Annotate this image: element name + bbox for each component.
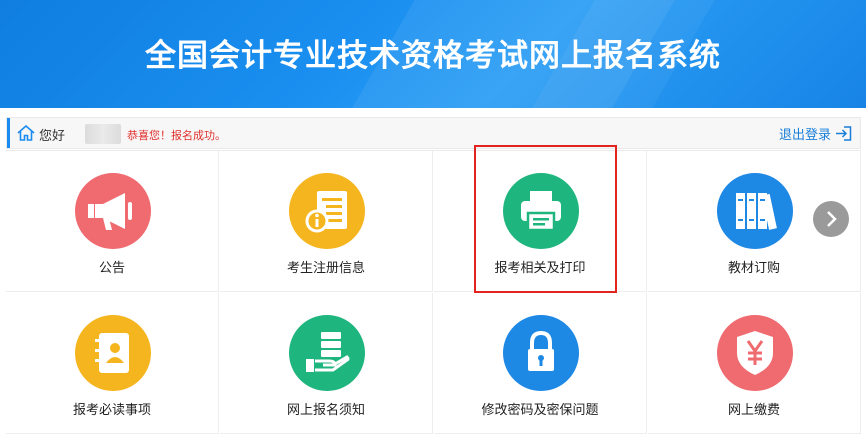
tile-change-password[interactable]: 修改密码及密保问题 — [434, 293, 647, 434]
tile-label: 考生注册信息 — [286, 261, 365, 276]
home-icon[interactable] — [17, 125, 35, 141]
tile-registration-info[interactable]: 考生注册信息 — [220, 151, 433, 292]
printer-icon — [503, 173, 579, 249]
greeting-bar: 您好 恭喜您！报名成功。 退出登录 — [6, 117, 861, 149]
redacted-username — [85, 124, 121, 144]
chevron-right-icon — [827, 211, 837, 227]
tile-print-admission[interactable]: 报考相关及打印 — [434, 151, 647, 292]
header-banner: 全国会计专业技术资格考试网上报名系统 — [0, 0, 866, 108]
tile-label: 修改密码及密保问题 — [481, 403, 599, 418]
function-grid: 公告 考生注册信息 报考相关及打印 教材订购 报考必读事项 网上报名须知 修改密… — [6, 150, 861, 434]
accent-bar — [7, 118, 10, 148]
page-title: 全国会计专业技术资格考试网上报名系统 — [145, 38, 721, 74]
tile-online-guide[interactable]: 网上报名须知 — [220, 293, 433, 434]
greeting-text: 您好 — [39, 129, 66, 144]
tile-must-read[interactable]: 报考必读事项 — [6, 293, 219, 434]
logout-icon — [836, 126, 852, 141]
tile-label: 网上报名须知 — [286, 403, 365, 418]
tile-label: 报考相关及打印 — [494, 261, 586, 276]
tile-label: 教材订购 — [727, 261, 780, 276]
tile-label: 公告 — [98, 261, 125, 276]
success-message: 恭喜您！报名成功。 — [127, 129, 226, 142]
logout-label: 退出登录 — [778, 128, 831, 143]
server-hand-icon — [289, 315, 365, 391]
tile-announcement[interactable]: 公告 — [6, 151, 219, 292]
yen-shield-icon — [717, 315, 793, 391]
document-info-icon — [289, 173, 365, 249]
megaphone-icon — [75, 173, 151, 249]
tile-online-payment[interactable]: 网上缴费 — [648, 293, 861, 434]
logout-link[interactable]: 退出登录 — [779, 124, 852, 143]
contact-book-icon — [75, 315, 151, 391]
next-arrow-button[interactable] — [813, 201, 849, 237]
tile-label: 网上缴费 — [727, 403, 780, 418]
books-icon — [717, 173, 793, 249]
tile-label: 报考必读事项 — [72, 403, 151, 418]
padlock-icon — [503, 315, 579, 391]
